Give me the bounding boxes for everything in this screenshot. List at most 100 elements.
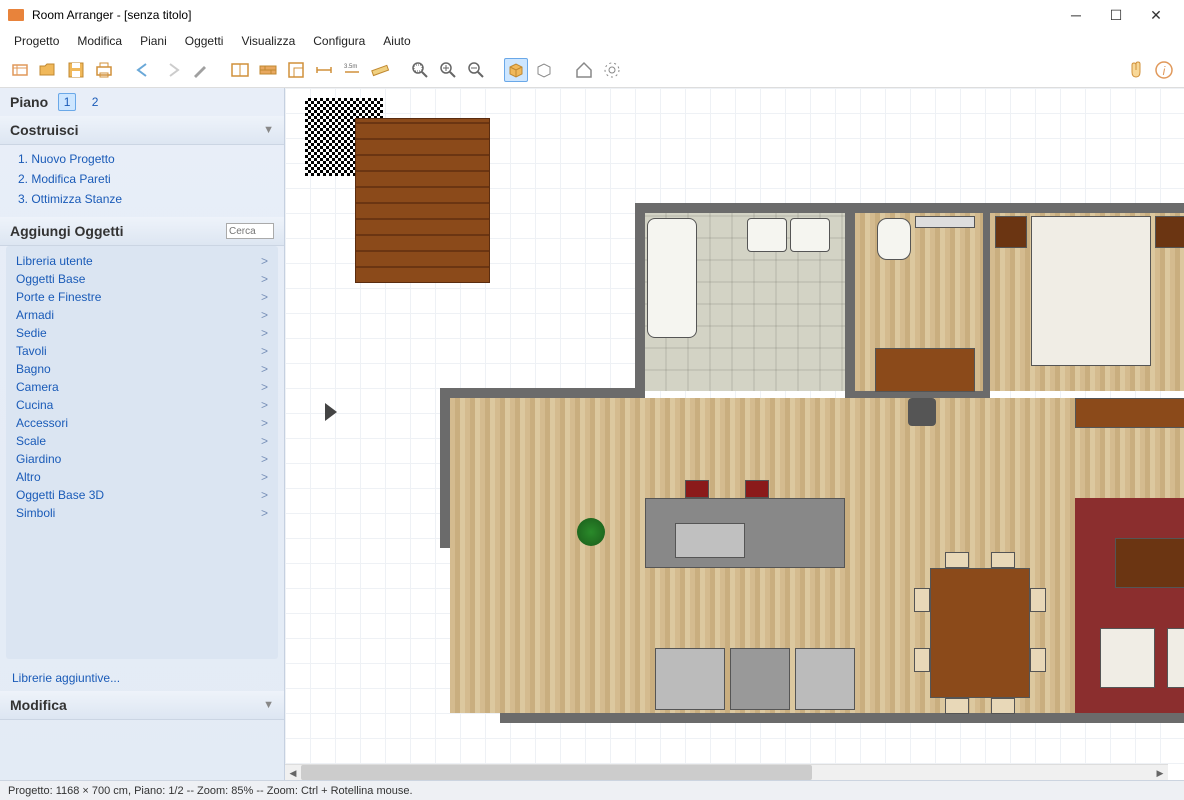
print-icon[interactable] (92, 58, 116, 82)
statusbar: Progetto: 1168 × 700 cm, Piano: 1/2 -- Z… (0, 780, 1184, 800)
build-step-2[interactable]: 2. Modifica Pareti (12, 169, 272, 189)
menu-configura[interactable]: Configura (305, 32, 373, 50)
titlebar: Room Arranger - [senza titolo] ─ ☐ ✕ (0, 0, 1184, 30)
build-header[interactable]: Costruisci ▼ (0, 116, 284, 145)
bathtub[interactable] (647, 218, 697, 338)
zoom-in-icon[interactable] (436, 58, 460, 82)
cat-tavoli[interactable]: Tavoli> (6, 342, 278, 360)
ruler-icon[interactable] (368, 58, 392, 82)
close-button[interactable]: ✕ (1136, 1, 1176, 29)
extra-libraries-link[interactable]: Librerie aggiuntive... (0, 665, 284, 691)
zoom-fit-icon[interactable] (408, 58, 432, 82)
menu-oggetti[interactable]: Oggetti (177, 32, 232, 50)
3d-outline-icon[interactable] (532, 58, 556, 82)
svg-text:i: i (1163, 64, 1166, 78)
counter-2[interactable] (795, 648, 855, 710)
armchair-1[interactable] (1100, 628, 1155, 688)
build-step-1[interactable]: 1. Nuovo Progetto (12, 149, 272, 169)
cat-cucina[interactable]: Cucina> (6, 396, 278, 414)
radiator[interactable] (915, 216, 975, 228)
cat-camera[interactable]: Camera> (6, 378, 278, 396)
cat-bagno[interactable]: Bagno> (6, 360, 278, 378)
walls-icon[interactable] (228, 58, 252, 82)
menu-visualizza[interactable]: Visualizza (233, 32, 303, 50)
open-icon[interactable] (36, 58, 60, 82)
house-icon[interactable] (572, 58, 596, 82)
bricks-icon[interactable] (256, 58, 280, 82)
scroll-left-icon[interactable]: ◀ (285, 765, 301, 780)
cat-sedie[interactable]: Sedie> (6, 324, 278, 342)
modify-header[interactable]: Modifica ▼ (0, 691, 284, 720)
menubar: Progetto Modifica Piani Oggetti Visualiz… (0, 30, 1184, 52)
resize-icon[interactable] (312, 58, 336, 82)
kitchen-sink[interactable] (675, 523, 745, 558)
sink[interactable] (747, 218, 787, 252)
cat-oggetti-base[interactable]: Oggetti Base> (6, 270, 278, 288)
floor-tab-1[interactable]: 1 (58, 93, 76, 111)
cat-armadi[interactable]: Armadi> (6, 306, 278, 324)
toilet[interactable] (877, 218, 911, 260)
redo-icon[interactable] (160, 58, 184, 82)
stove[interactable] (730, 648, 790, 710)
dining-table[interactable] (930, 568, 1030, 698)
floorplan[interactable] (355, 118, 1184, 750)
settings-icon[interactable] (600, 58, 624, 82)
floor-tab-2[interactable]: 2 (86, 93, 104, 111)
dining-chair[interactable] (945, 552, 969, 568)
nightstand-left[interactable] (995, 216, 1027, 248)
chevron-down-icon: ▼ (263, 124, 274, 136)
dining-chair[interactable] (945, 698, 969, 714)
sink-2[interactable] (790, 218, 830, 252)
cat-giardino[interactable]: Giardino> (6, 450, 278, 468)
zoom-out-icon[interactable] (464, 58, 488, 82)
scroll-thumb[interactable] (301, 765, 812, 780)
room-icon[interactable] (284, 58, 308, 82)
horizontal-scrollbar[interactable]: ◀ ▶ (285, 764, 1168, 780)
cat-porte-finestre[interactable]: Porte e Finestre> (6, 288, 278, 306)
desk-chair[interactable] (908, 398, 936, 426)
svg-text:3.5m: 3.5m (344, 64, 357, 70)
menu-progetto[interactable]: Progetto (6, 32, 67, 50)
cat-altro[interactable]: Altro> (6, 468, 278, 486)
stairs[interactable] (355, 118, 490, 283)
menu-modifica[interactable]: Modifica (69, 32, 130, 50)
dining-chair[interactable] (991, 698, 1015, 714)
undo-icon[interactable] (132, 58, 156, 82)
counter-1[interactable] (655, 648, 725, 710)
dining-chair[interactable] (991, 552, 1015, 568)
new-icon[interactable] (8, 58, 32, 82)
cat-scale[interactable]: Scale> (6, 432, 278, 450)
cat-oggetti-base-3d[interactable]: Oggetti Base 3D> (6, 486, 278, 504)
save-icon[interactable] (64, 58, 88, 82)
canvas[interactable]: ◀ ▶ (285, 88, 1184, 780)
cat-accessori[interactable]: Accessori> (6, 414, 278, 432)
nightstand-right[interactable] (1155, 216, 1184, 248)
dining-chair[interactable] (1030, 588, 1046, 612)
minimize-button[interactable]: ─ (1056, 1, 1096, 29)
info-icon[interactable]: i (1152, 58, 1176, 82)
coffee-table[interactable] (1115, 538, 1184, 588)
cat-simboli[interactable]: Simboli> (6, 504, 278, 522)
measure-icon[interactable]: 3.5m (340, 58, 364, 82)
bar-stool-2[interactable] (745, 480, 769, 498)
dining-chair[interactable] (1030, 648, 1046, 672)
search-input[interactable] (226, 223, 274, 239)
hand-icon[interactable] (1124, 58, 1148, 82)
menu-piani[interactable]: Piani (132, 32, 175, 50)
menu-aiuto[interactable]: Aiuto (375, 32, 418, 50)
armchair-2[interactable] (1167, 628, 1184, 688)
scroll-right-icon[interactable]: ▶ (1152, 765, 1168, 780)
brush-icon[interactable] (188, 58, 212, 82)
bar-stool-1[interactable] (685, 480, 709, 498)
build-step-3[interactable]: 3. Ottimizza Stanze (12, 189, 272, 209)
dining-chair[interactable] (914, 648, 930, 672)
tv-unit[interactable] (1075, 398, 1184, 428)
cat-libreria-utente[interactable]: Libreria utente> (6, 252, 278, 270)
bed[interactable] (1031, 216, 1151, 366)
expand-handle-icon[interactable] (323, 401, 339, 428)
plant[interactable] (577, 518, 605, 546)
maximize-button[interactable]: ☐ (1096, 1, 1136, 29)
3d-box-icon[interactable] (504, 58, 528, 82)
desk[interactable] (875, 348, 975, 392)
dining-chair[interactable] (914, 588, 930, 612)
